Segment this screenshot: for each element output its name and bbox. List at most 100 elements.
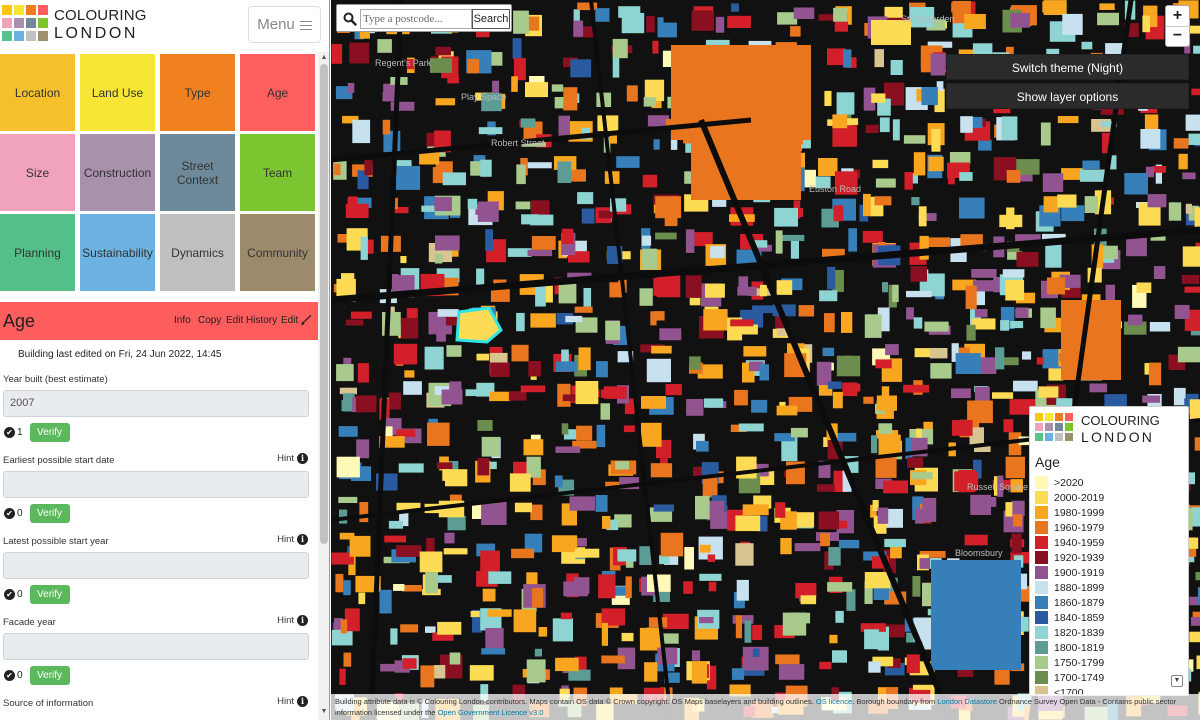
- hint-toggle[interactable]: Hint i: [277, 453, 308, 464]
- field-label: Earliest possible start date: [3, 455, 115, 466]
- hint-toggle[interactable]: Hint i: [277, 615, 308, 626]
- legend-label: 1880-1899: [1054, 581, 1105, 594]
- category-grid: Location Land Use Type Age Size Construction S…: [0, 54, 316, 294]
- postcode-search-box: Search: [336, 4, 512, 32]
- legend-label: 1750-1799: [1054, 656, 1105, 669]
- legend-swatch: [1035, 641, 1048, 654]
- legend-logo-square: [1045, 413, 1053, 421]
- hint-toggle[interactable]: Hint i: [277, 696, 308, 707]
- legend-label: 1820-1839: [1054, 626, 1105, 639]
- scroll-up-arrow-icon[interactable]: ▲: [320, 54, 328, 62]
- zoom-out-button[interactable]: −: [1166, 26, 1189, 46]
- hint-label: Hint: [277, 534, 294, 545]
- info-icon: i: [297, 696, 308, 707]
- legend-row: 1960-1979: [1035, 521, 1104, 534]
- scroll-down-arrow-icon[interactable]: ▼: [320, 708, 328, 716]
- verify-row: ✔ 0 Verify: [4, 665, 70, 685]
- legend-label: 1920-1939: [1054, 551, 1105, 564]
- check-circle-icon: ✔: [4, 588, 15, 600]
- menu-button[interactable]: Menu: [248, 6, 321, 43]
- legend-collapse-icon[interactable]: ▼: [1171, 675, 1183, 687]
- search-icon: [343, 12, 357, 26]
- london-datastore-link[interactable]: London Datastore: [937, 697, 997, 706]
- sidebar-content: Location Land Use Type Age Size Construction S…: [0, 52, 318, 720]
- verify-button[interactable]: Verify: [29, 503, 70, 523]
- map-place-label: Russell Square: [967, 482, 1028, 492]
- verify-button[interactable]: Verify: [29, 422, 70, 442]
- layer-options-button[interactable]: Show layer options: [946, 83, 1189, 109]
- hamburger-icon: [299, 20, 312, 30]
- legend-row: 1900-1919: [1035, 566, 1104, 579]
- zoom-in-button[interactable]: +: [1166, 6, 1189, 26]
- open-government-licence-link[interactable]: Open Government Licence v3.0: [438, 708, 544, 717]
- legend-row: 1860-1879: [1035, 596, 1104, 609]
- verify-count: 0: [17, 507, 23, 519]
- info-icon: i: [297, 453, 308, 464]
- category-tile-land-use[interactable]: Land Use: [80, 54, 155, 131]
- legend-logo-square: [1035, 413, 1043, 421]
- map-attribution: Building attribute data is © Colouring L…: [331, 694, 1200, 720]
- legend-swatch: [1035, 506, 1048, 519]
- legend-row: 1840-1859: [1035, 611, 1104, 624]
- category-tile-age[interactable]: Age: [240, 54, 315, 131]
- scrollbar-thumb[interactable]: [320, 64, 328, 544]
- map-place-label: Play Space: [461, 92, 507, 102]
- attribution-text-2: . Borough boundary from: [852, 697, 936, 706]
- category-tile-sustainability[interactable]: Sustainability: [80, 214, 155, 291]
- zoom-control: + −: [1165, 5, 1190, 47]
- paintbrush-icon[interactable]: [300, 314, 312, 326]
- map-place-label: Story Garden: [901, 14, 955, 24]
- field-input[interactable]: [3, 471, 309, 498]
- field-input[interactable]: [3, 552, 309, 579]
- logo-square: [38, 31, 48, 41]
- legend-logo-square: [1055, 433, 1063, 441]
- hint-toggle[interactable]: Hint i: [277, 534, 308, 545]
- legend-swatch: [1035, 521, 1048, 534]
- switch-theme-button[interactable]: Switch theme (Night): [946, 54, 1189, 80]
- legend-logo-square: [1035, 433, 1043, 441]
- category-tile-dynamics[interactable]: Dynamics: [160, 214, 235, 291]
- map-legend: COLOURING LONDON Age >2020 2000-2019 1980-…: [1029, 406, 1189, 696]
- legend-row: 1880-1899: [1035, 581, 1104, 594]
- info-icon: i: [297, 615, 308, 626]
- logo-square: [26, 5, 36, 15]
- edit-history-link[interactable]: Edit History: [226, 315, 277, 326]
- legend-label: 1940-1959: [1054, 536, 1105, 549]
- field-input[interactable]: 2007: [3, 390, 309, 417]
- verify-row: ✔ 1 Verify: [4, 422, 70, 442]
- hint-label: Hint: [277, 615, 294, 626]
- os-licence-link[interactable]: OS licence: [816, 697, 852, 706]
- search-button[interactable]: Search: [472, 9, 510, 29]
- verify-button[interactable]: Verify: [29, 665, 70, 685]
- legend-logo-square: [1065, 433, 1073, 441]
- verify-row: ✔ 0 Verify: [4, 584, 70, 604]
- legend-row: 1980-1999: [1035, 506, 1104, 519]
- field-input[interactable]: [3, 633, 309, 660]
- verify-button[interactable]: Verify: [29, 584, 70, 604]
- legend-row: 1820-1839: [1035, 626, 1104, 639]
- legend-swatch: [1035, 671, 1048, 684]
- edit-link[interactable]: Edit: [281, 315, 298, 326]
- logo-color-grid: [2, 5, 50, 43]
- category-tile-construction[interactable]: Construction: [80, 134, 155, 211]
- info-icon: i: [297, 534, 308, 545]
- category-tile-team[interactable]: Team: [240, 134, 315, 211]
- sidebar-header: COLOURING LONDON Menu: [0, 0, 329, 50]
- category-tile-community[interactable]: Community: [240, 214, 315, 291]
- category-tile-size[interactable]: Size: [0, 134, 75, 211]
- age-panel-header: Age Info Copy Edit History Edit: [0, 302, 318, 340]
- category-tile-type[interactable]: Type: [160, 54, 235, 131]
- logo-square: [2, 31, 12, 41]
- category-tile-street-context[interactable]: Street Context: [160, 134, 235, 211]
- field-label: Year built (best estimate): [3, 374, 108, 385]
- category-tile-planning[interactable]: Planning: [0, 214, 75, 291]
- postcode-search-input[interactable]: [360, 9, 472, 29]
- legend-swatch: [1035, 551, 1048, 564]
- map-place-label: Euston Road: [809, 184, 861, 194]
- legend-label: 1980-1999: [1054, 506, 1105, 519]
- category-tile-location[interactable]: Location: [0, 54, 75, 131]
- colouring-london-logo[interactable]: COLOURING LONDON: [2, 5, 146, 45]
- copy-link[interactable]: Copy: [198, 315, 221, 326]
- info-link[interactable]: Info: [174, 315, 191, 326]
- legend-swatch: [1035, 536, 1048, 549]
